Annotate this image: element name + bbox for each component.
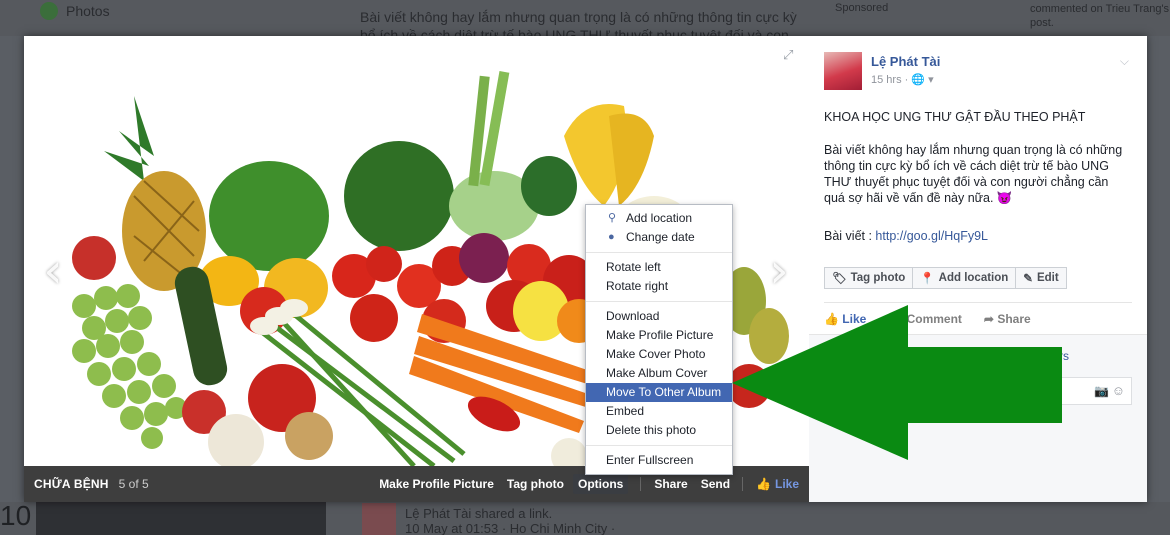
like-button[interactable]: 👍 Like — [756, 477, 799, 491]
audience-chevron-down-icon[interactable]: ▾ — [928, 74, 934, 86]
next-photo-arrow-icon[interactable]: › — [764, 246, 794, 296]
tag-photo-button[interactable]: Tag photo — [507, 477, 564, 491]
author-name[interactable]: Lệ Phát Tài — [871, 54, 940, 69]
menu-embed[interactable]: Embed — [586, 402, 732, 421]
menu-make-cover-photo[interactable]: Make Cover Photo — [586, 345, 732, 364]
background-sidebar-photos: Photos — [40, 0, 110, 22]
menu-enter-fullscreen[interactable]: Enter Fullscreen — [586, 451, 732, 470]
expand-icon[interactable]: ⤢ — [783, 48, 797, 62]
background-sponsored: Sponsored — [835, 2, 889, 14]
post-link-row: Bài viết : http://goo.gl/HqFy9L — [824, 229, 988, 243]
bar-separator — [742, 477, 744, 491]
photo-edit-buttons: 🏷 Tag photo 📍 Add location ✎ Edit — [824, 267, 1067, 289]
author-avatar[interactable] — [824, 52, 862, 90]
menu-separator — [586, 301, 732, 302]
edit-button[interactable]: ✎ Edit — [1016, 267, 1067, 289]
post-time[interactable]: 15 hrs · — [871, 74, 908, 86]
add-location-button[interactable]: 📍 Add location — [913, 267, 1017, 289]
background-number: 10 — [0, 500, 32, 531]
pencil-icon: ✎ — [1023, 273, 1033, 285]
post-link[interactable]: http://goo.gl/HqFy9L — [875, 229, 988, 243]
clock-icon: ● — [608, 231, 615, 243]
menu-change-date[interactable]: ● Change date — [586, 228, 732, 247]
menu-make-album-cover[interactable]: Make Album Cover — [586, 364, 732, 383]
menu-separator — [586, 445, 732, 446]
tag-icon: 🏷 — [832, 273, 847, 285]
green-annotation-arrow-icon — [732, 305, 1062, 460]
photo-bar-actions: Make Profile Picture Tag photo Options S… — [366, 474, 799, 494]
background-shared-link: Lệ Phát Tài shared a link. 10 May at 01:… — [405, 506, 616, 535]
background-avatar — [362, 503, 396, 535]
options-dropdown-menu: ⚲ Add location ● Change date Rotate left… — [585, 204, 733, 475]
menu-delete-photo[interactable]: Delete this photo — [586, 421, 732, 440]
menu-separator — [586, 252, 732, 253]
share-button[interactable]: Share — [654, 477, 687, 491]
globe-icon[interactable]: 🌐 — [911, 74, 925, 86]
post-meta: 15 hrs · 🌐 ▾ — [871, 73, 934, 86]
previous-photo-arrow-icon[interactable]: ‹ — [38, 246, 68, 296]
camera-icon[interactable]: 📷 — [1094, 384, 1109, 398]
album-title[interactable]: CHỮA BỆNH — [34, 477, 109, 491]
location-pin-icon: ⚲ — [608, 212, 617, 224]
background-notification: commented on Trieu Trang's post. — [1030, 3, 1170, 29]
post-title: KHOA HỌC UNG THƯ GẬT ĐẦU THEO PHẬT — [824, 110, 1086, 124]
divider — [824, 302, 1132, 303]
photo-count: 5 of 5 — [118, 477, 149, 491]
smiley-icon[interactable]: ☺ — [1112, 383, 1125, 398]
tag-photo-side-button[interactable]: 🏷 Tag photo — [824, 267, 914, 289]
make-profile-picture-button[interactable]: Make Profile Picture — [379, 477, 494, 491]
menu-rotate-left[interactable]: Rotate left — [586, 258, 732, 277]
background-thumbnails — [36, 502, 326, 535]
menu-make-profile-picture[interactable]: Make Profile Picture — [586, 326, 732, 345]
menu-download[interactable]: Download — [586, 307, 732, 326]
location-pin-icon: 📍 — [920, 273, 935, 285]
options-button[interactable]: Options — [573, 474, 629, 494]
menu-rotate-right[interactable]: Rotate right — [586, 277, 732, 296]
post-body: Bài viết không hay lắm nhưng quan trọng … — [824, 143, 1123, 205]
menu-add-location[interactable]: ⚲ Add location — [586, 209, 732, 228]
bar-separator — [640, 477, 642, 491]
send-button[interactable]: Send — [701, 477, 730, 491]
thumbs-up-icon: 👍 — [756, 477, 771, 491]
photos-icon — [40, 2, 58, 20]
post-menu-chevron-down-icon[interactable]: ⌵ — [1120, 54, 1129, 69]
menu-move-to-other-album[interactable]: Move To Other Album — [586, 383, 732, 402]
